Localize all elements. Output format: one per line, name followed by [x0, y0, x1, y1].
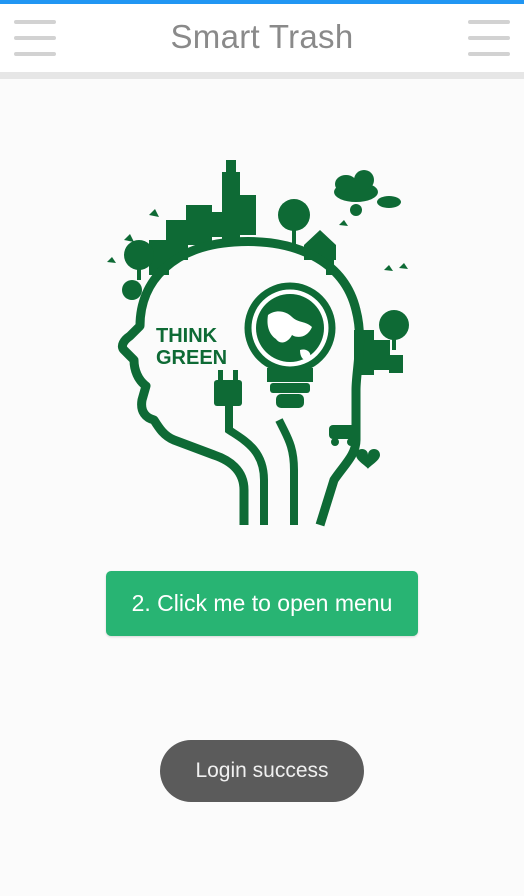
- think-green-logo: THINK GREEN: [107, 160, 409, 527]
- login-success-toast: Login success: [160, 740, 364, 802]
- logo-line1: THINK: [156, 325, 218, 347]
- open-menu-button[interactable]: 2. Click me to open menu: [106, 571, 418, 636]
- page-title: Smart Trash: [170, 18, 354, 55]
- right-menu-icon[interactable]: [468, 16, 512, 60]
- app-bar: Smart Trash: [0, 4, 524, 79]
- logo-line2: GREEN: [156, 347, 227, 369]
